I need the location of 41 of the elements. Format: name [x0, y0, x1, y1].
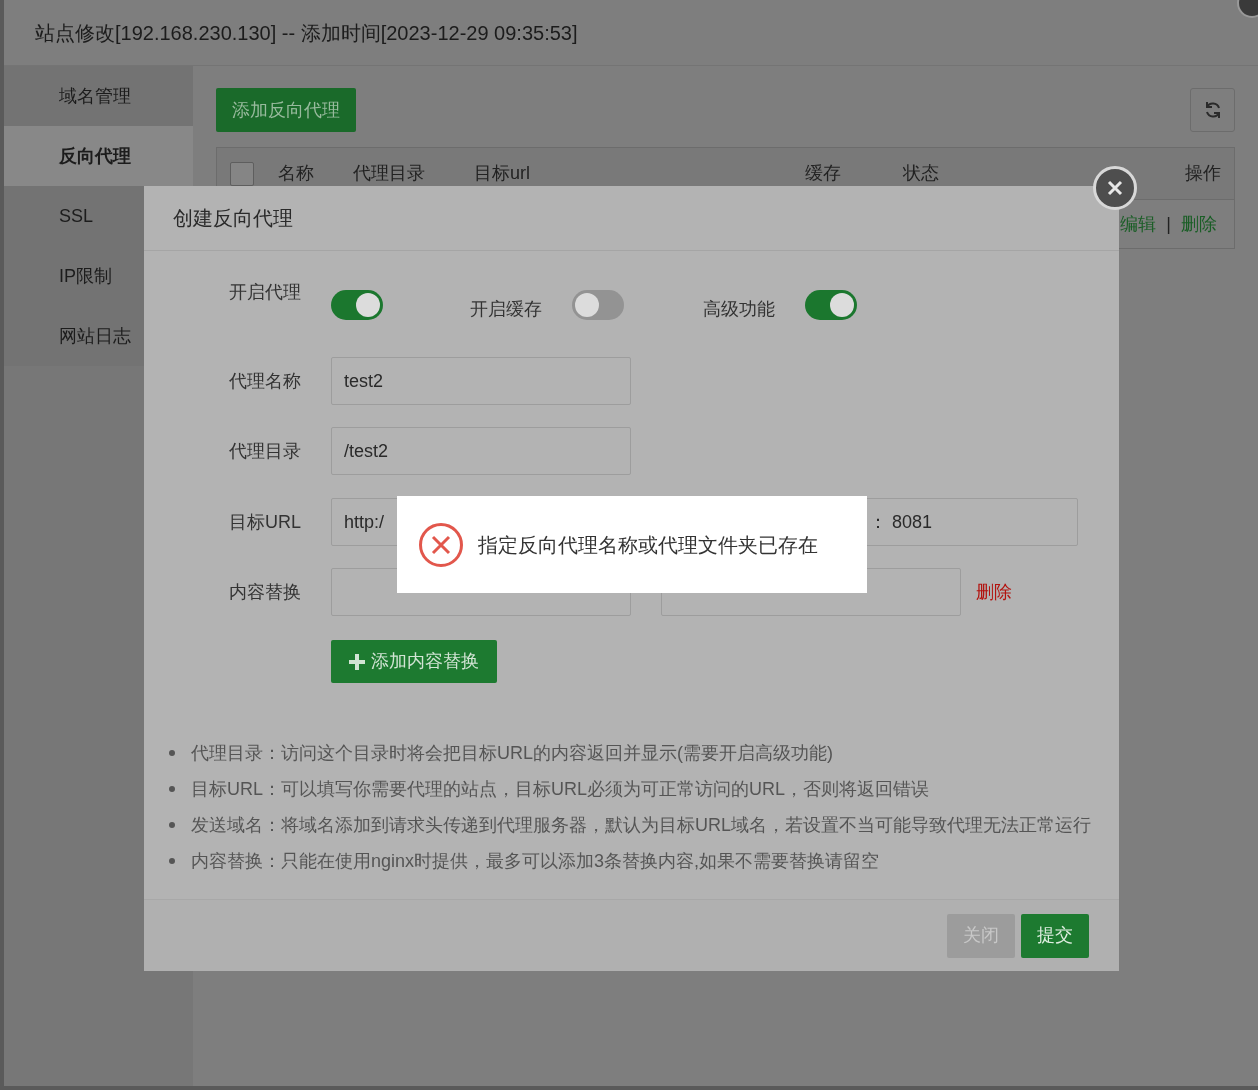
toggle-switch[interactable]	[331, 290, 383, 320]
column-header: 名称	[278, 162, 315, 185]
field-label: 代理目录	[229, 439, 301, 463]
bullet-icon	[169, 750, 175, 756]
sidebar-item[interactable]: 反向代理	[4, 126, 193, 186]
checkbox[interactable]	[230, 161, 254, 186]
toggle-label: 高级功能	[703, 297, 775, 321]
plus-icon	[349, 653, 365, 670]
note-text: 代理目录：访问这个目录时将会把目标URL的内容返回并显示(需要开启高级功能)	[191, 741, 833, 765]
toast-message: 指定反向代理名称或代理文件夹已存在	[478, 532, 818, 558]
field-label: 目标URL	[229, 510, 301, 534]
toggle-switch[interactable]	[572, 290, 624, 320]
add-proxy-button[interactable]: 添加反向代理	[216, 88, 356, 132]
edit-link[interactable]: 编辑	[1120, 210, 1157, 238]
toggle-label: 开启缓存	[470, 297, 542, 321]
window-title: 站点修改[192.168.230.130] -- 添加时间[2023-12-29 09:35:53]	[35, 20, 578, 46]
note-text: 发送域名：将域名添加到请求头传递到代理服务器，默认为目标URL域名，若设置不当可能导致代理无法正常运行	[191, 813, 1091, 837]
field-label: 内容替换	[229, 580, 301, 604]
delete-link[interactable]: 删除	[976, 578, 1012, 606]
column-header: 代理目录	[353, 162, 426, 185]
bullet-icon	[169, 858, 175, 864]
column-header: 状态	[903, 162, 940, 185]
toggle-label: 开启代理	[229, 281, 301, 304]
bullet-icon	[169, 786, 175, 792]
error-icon	[418, 521, 464, 568]
toggle-switch[interactable]	[805, 290, 857, 320]
field-label: 代理名称	[229, 369, 301, 393]
input-field[interactable]: /test2	[331, 427, 631, 475]
bullet-icon	[169, 822, 175, 828]
note-text: 目标URL：可以填写你需要代理的站点，目标URL必须为可正常访问的URL，否则将返回错误	[191, 777, 930, 801]
sidebar-item[interactable]: 域名管理	[4, 66, 193, 126]
submit-button[interactable]: 提交	[1021, 913, 1089, 958]
delete-link[interactable]: 删除	[1181, 210, 1217, 238]
refresh-button[interactable]	[1190, 88, 1235, 132]
column-header: 操作	[1185, 162, 1221, 185]
column-header: 目标url	[474, 162, 531, 185]
add-replacement-button[interactable]: 添加内容替换	[331, 640, 497, 683]
column-header: 缓存	[805, 162, 842, 185]
input-field[interactable]: test2	[331, 357, 631, 405]
separator: |	[1166, 212, 1171, 236]
note-text: 内容替换：只能在使用nginx时提供，最多可以添加3条替换内容,如果不需要替换请留空	[191, 849, 880, 873]
